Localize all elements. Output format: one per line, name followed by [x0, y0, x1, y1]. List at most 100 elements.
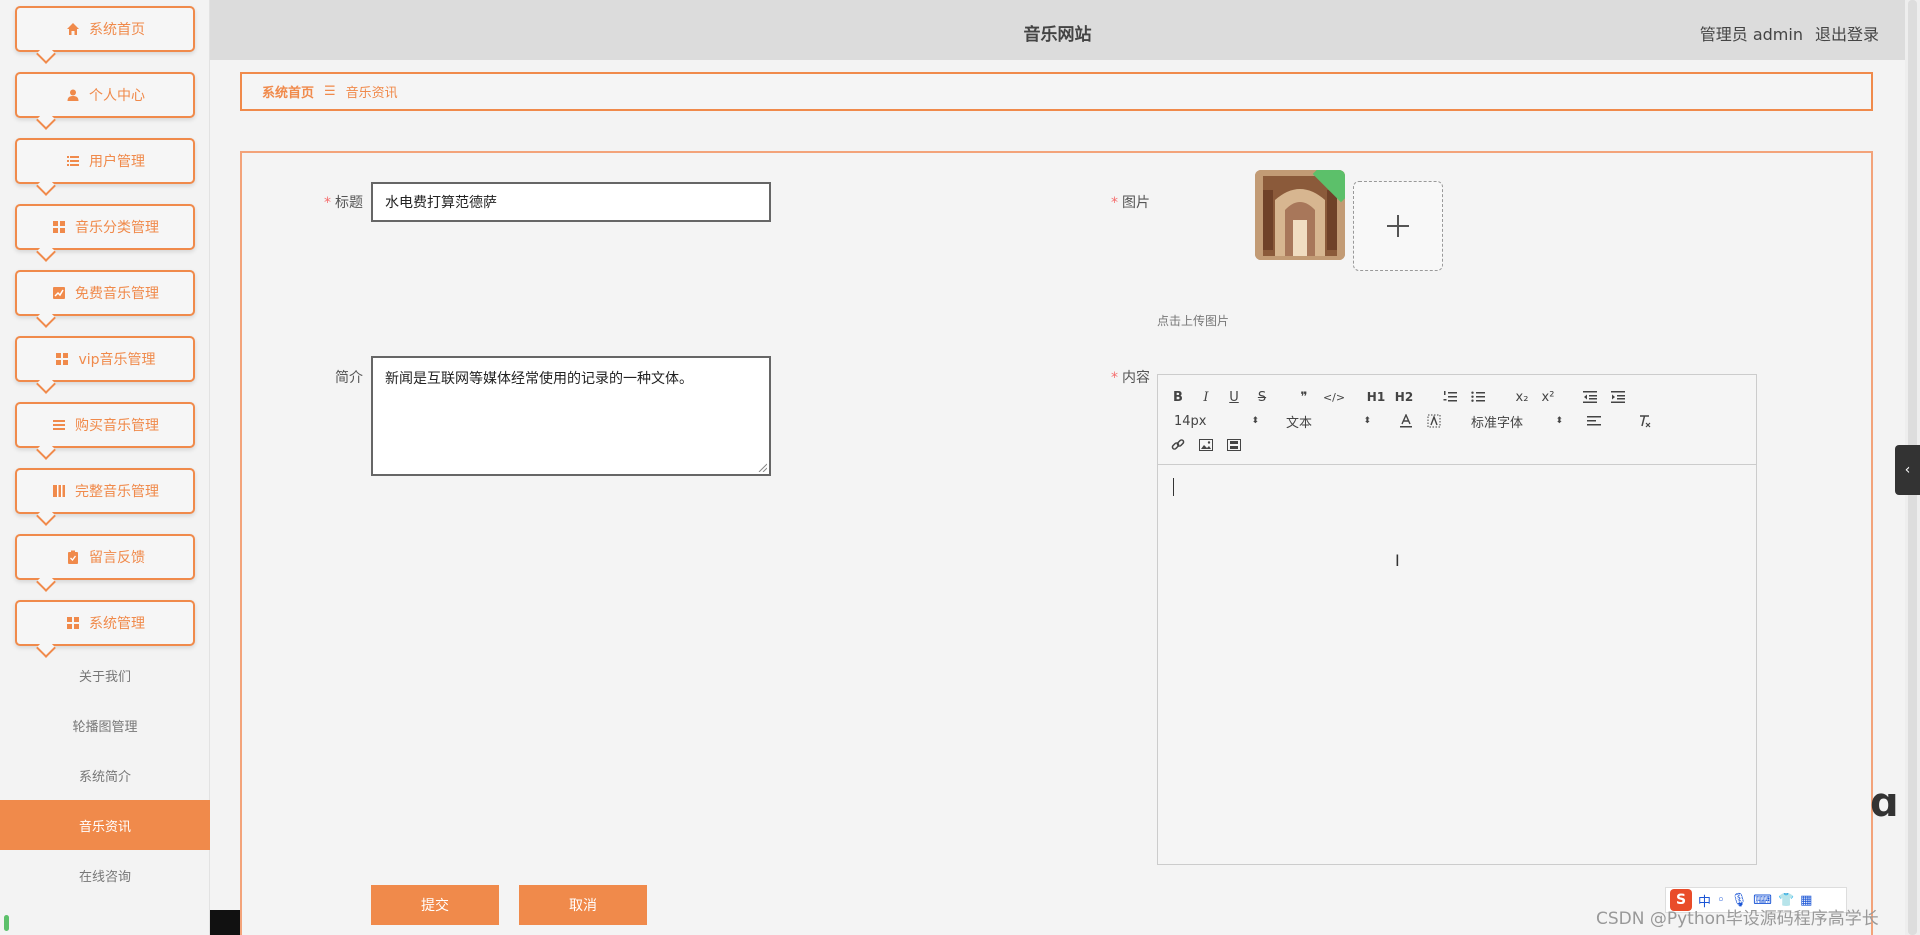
- sidebar-item-label: 购买音乐管理: [75, 418, 159, 434]
- sidebar-item-label: 系统首页: [89, 22, 145, 38]
- breadcrumb-home[interactable]: 系统首页: [262, 82, 314, 101]
- top-header: 音乐网站 管理员 admin 退出登录: [210, 0, 1905, 60]
- submit-button[interactable]: 提交: [371, 885, 499, 925]
- intro-label: 简介: [318, 367, 363, 387]
- sidebar-item-full-music[interactable]: 完整音乐管理: [15, 468, 195, 526]
- sidebar-item-label: 个人中心: [89, 88, 145, 104]
- link-icon[interactable]: [1170, 435, 1186, 455]
- uploaded-image-thumbnail[interactable]: [1255, 170, 1345, 260]
- user-icon: [65, 87, 81, 103]
- resize-grip-icon[interactable]: [757, 462, 767, 472]
- font-size-select[interactable]: 14px ⬍: [1174, 411, 1259, 431]
- grid-icon: [51, 219, 67, 235]
- image-label-text: 图片: [1122, 195, 1150, 211]
- cancel-button[interactable]: 取消: [519, 885, 647, 925]
- rich-text-editor: B I U S ❞ </> H1 H2 x₂ x² 14px ⬍ 文本 ⬍ 标准…: [1157, 374, 1757, 865]
- csdn-watermark: CSDN @Python毕设源码程序高学长: [1596, 909, 1879, 929]
- superscript-button[interactable]: x²: [1538, 387, 1558, 407]
- list-icon: [51, 417, 67, 433]
- sidebar-scroll-indicator: [4, 915, 9, 931]
- image-icon[interactable]: [1198, 435, 1214, 455]
- image-upload-button[interactable]: [1353, 181, 1443, 271]
- system-submenu: 关于我们 轮播图管理 系统简介 音乐资讯 在线咨询: [0, 650, 210, 900]
- title-label-text: 标题: [335, 195, 363, 211]
- edge-decoration: ɑ: [1870, 780, 1899, 826]
- bold-button[interactable]: B: [1170, 387, 1186, 407]
- clipboard-icon: [65, 549, 81, 565]
- font-family-value: 标准字体: [1471, 415, 1524, 431]
- code-block-button[interactable]: </>: [1323, 387, 1345, 407]
- sidebar-item-label: 免费音乐管理: [75, 286, 159, 302]
- ordered-list-icon[interactable]: [1442, 387, 1458, 407]
- sidebar: 系统首页 个人中心 用户管理 音乐分类管理 免费音乐管理 vip音乐管理 购买音…: [0, 0, 210, 935]
- bullet-list-icon[interactable]: [1470, 387, 1486, 407]
- chart-icon: [51, 285, 67, 301]
- select-arrows-icon: ⬍: [1251, 416, 1259, 426]
- sidebar-item-purchase-music[interactable]: 购买音乐管理: [15, 402, 195, 460]
- sidebar-item-music-category[interactable]: 音乐分类管理: [15, 204, 195, 262]
- heading1-button[interactable]: H1: [1366, 387, 1386, 407]
- breadcrumb: 系统首页 ☰ 音乐资讯: [240, 72, 1873, 111]
- text-caret: [1173, 478, 1174, 496]
- sidebar-item-users[interactable]: 用户管理: [15, 138, 195, 196]
- home-icon: [65, 21, 81, 37]
- list-icon: [65, 153, 81, 169]
- select-arrows-icon: ⬍: [1363, 416, 1371, 426]
- submenu-item-online-consult[interactable]: 在线咨询: [0, 850, 210, 900]
- required-mark: *: [1111, 195, 1118, 211]
- image-label: * 图片: [1100, 192, 1150, 212]
- editor-toolbar: B I U S ❞ </> H1 H2 x₂ x² 14px ⬍ 文本 ⬍ 标准…: [1158, 375, 1756, 465]
- sidebar-item-feedback[interactable]: 留言反馈: [15, 534, 195, 592]
- italic-button[interactable]: I: [1198, 387, 1214, 407]
- upload-tip: 点击上传图片: [1157, 314, 1230, 328]
- sidebar-item-profile[interactable]: 个人中心: [15, 72, 195, 130]
- sidebar-item-label: 用户管理: [89, 154, 145, 170]
- content-label-text: 内容: [1122, 370, 1150, 386]
- select-arrows-icon: ⬍: [1555, 416, 1563, 426]
- breadcrumb-current: 音乐资讯: [345, 86, 398, 101]
- outdent-icon[interactable]: [1582, 387, 1598, 407]
- sidebar-item-free-music[interactable]: 免费音乐管理: [15, 270, 195, 328]
- blockquote-button[interactable]: ❞: [1296, 387, 1312, 407]
- submenu-item-system-intro[interactable]: 系统简介: [0, 750, 210, 800]
- taskbar-fragment: [210, 910, 240, 935]
- paragraph-select[interactable]: 文本 ⬍: [1286, 411, 1371, 431]
- video-icon[interactable]: [1226, 435, 1242, 455]
- sidebar-item-vip-music[interactable]: vip音乐管理: [15, 336, 195, 394]
- submenu-item-about[interactable]: 关于我们: [0, 650, 210, 700]
- title-input-value: 水电费打算范德萨: [385, 195, 497, 211]
- text-cursor-icon: I: [1395, 551, 1400, 570]
- submenu-item-carousel[interactable]: 轮播图管理: [0, 700, 210, 750]
- sidebar-item-label: vip音乐管理: [78, 352, 156, 368]
- subscript-button[interactable]: x₂: [1512, 387, 1532, 407]
- background-color-icon[interactable]: [1426, 411, 1442, 431]
- breadcrumb-separator-icon: ☰: [324, 84, 336, 99]
- font-color-icon[interactable]: [1398, 411, 1414, 431]
- book-icon: [51, 483, 67, 499]
- clear-format-icon[interactable]: [1636, 411, 1652, 431]
- plus-icon: [1387, 215, 1409, 237]
- sidebar-item-label: 完整音乐管理: [75, 484, 159, 500]
- grid-icon: [54, 351, 70, 367]
- grid-icon: [65, 615, 81, 631]
- submenu-item-music-news[interactable]: 音乐资讯: [0, 800, 210, 850]
- underline-button[interactable]: U: [1226, 387, 1242, 407]
- sidebar-item-label: 留言反馈: [89, 550, 145, 566]
- paragraph-value: 文本: [1286, 415, 1313, 431]
- align-left-icon[interactable]: [1586, 411, 1602, 431]
- intro-textarea-value: 新闻是互联网等媒体经常使用的记录的一种文体。: [385, 371, 693, 387]
- indent-icon[interactable]: [1610, 387, 1626, 407]
- intro-textarea[interactable]: 新闻是互联网等媒体经常使用的记录的一种文体。: [371, 356, 771, 476]
- required-mark: *: [324, 195, 331, 211]
- title-input[interactable]: 水电费打算范德萨: [371, 182, 771, 222]
- sidebar-item-system[interactable]: 系统管理: [15, 600, 195, 658]
- font-family-select[interactable]: 标准字体 ⬍: [1471, 411, 1563, 431]
- editor-content-area[interactable]: I: [1158, 466, 1756, 864]
- title-label: * 标题: [318, 192, 363, 212]
- required-mark: *: [1111, 370, 1118, 386]
- logout-link[interactable]: 退出登录: [1815, 21, 1879, 45]
- collapse-panel-icon[interactable]: ‹: [1895, 445, 1920, 495]
- strike-button[interactable]: S: [1254, 387, 1270, 407]
- heading2-button[interactable]: H2: [1394, 387, 1414, 407]
- sidebar-item-home[interactable]: 系统首页: [15, 6, 195, 64]
